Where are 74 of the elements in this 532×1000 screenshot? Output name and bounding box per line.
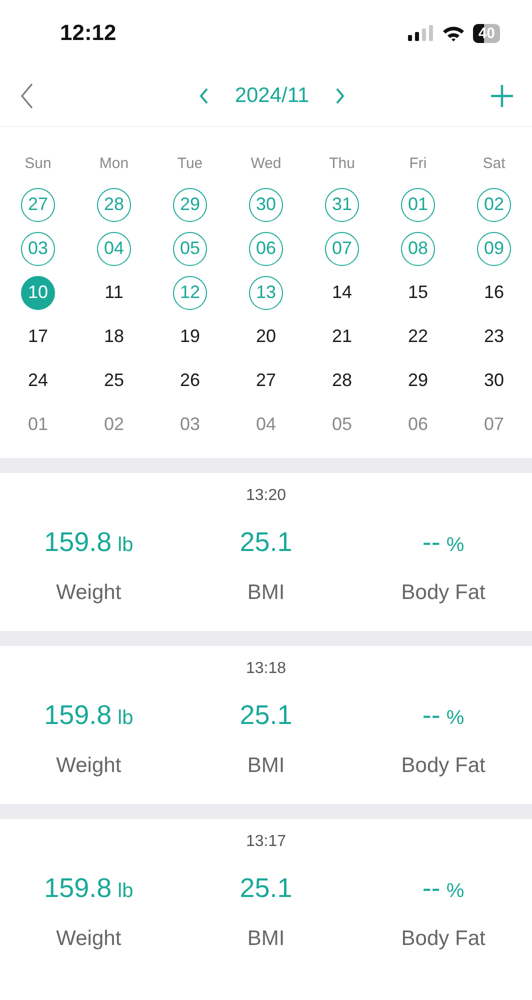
calendar-day[interactable]: 12 [173, 276, 207, 310]
weekday-label: Sat [482, 155, 506, 172]
calendar-day[interactable]: 03 [173, 408, 207, 442]
calendar-day[interactable]: 24 [21, 364, 55, 398]
calendar-day[interactable]: 28 [97, 188, 131, 222]
calendar-day[interactable]: 05 [173, 232, 207, 266]
metric-label: Weight [56, 581, 122, 605]
calendar-day[interactable]: 16 [477, 276, 511, 310]
metric-value: -- % [422, 873, 464, 903]
metric-value: 159.8 lb [44, 873, 134, 903]
metric-value: -- % [422, 527, 464, 557]
weekday-label: Fri [409, 155, 427, 172]
weekday-label: Thu [329, 155, 355, 172]
calendar-day[interactable]: 04 [97, 232, 131, 266]
calendar-day[interactable]: 14 [325, 276, 359, 310]
calendar-day[interactable]: 04 [249, 408, 283, 442]
calendar-day[interactable]: 17 [21, 320, 55, 354]
metric-label: BMI [247, 754, 285, 778]
calendar-day[interactable]: 01 [21, 408, 55, 442]
calendar-day[interactable]: 03 [21, 232, 55, 266]
metric-label: BMI [247, 581, 285, 605]
metric-value: 159.8 lb [44, 700, 134, 730]
calendar-day[interactable]: 02 [97, 408, 131, 442]
weekday-label: Tue [177, 155, 203, 172]
calendar-day[interactable]: 18 [97, 320, 131, 354]
calendar-day[interactable]: 30 [249, 188, 283, 222]
metric-label: Body Fat [401, 754, 486, 778]
month-title: 2024/11 [234, 84, 310, 108]
calendar-day[interactable]: 31 [325, 188, 359, 222]
signal-icon [408, 25, 434, 41]
calendar-day[interactable]: 30 [477, 364, 511, 398]
metric-value: 25.1 [240, 527, 292, 557]
calendar-day[interactable]: 01 [401, 188, 435, 222]
calendar-day[interactable]: 22 [401, 320, 435, 354]
metric-label: Weight [56, 927, 122, 951]
calendar-day[interactable]: 05 [325, 408, 359, 442]
weekday-label: Wed [250, 155, 282, 172]
calendar-day[interactable]: 07 [477, 408, 511, 442]
calendar-day[interactable]: 07 [325, 232, 359, 266]
calendar-day[interactable]: 23 [477, 320, 511, 354]
record-time: 13:20 [246, 487, 286, 505]
calendar-day[interactable]: 27 [21, 188, 55, 222]
record-time: 13:18 [246, 660, 286, 678]
calendar-day[interactable]: 10 [21, 276, 55, 310]
metric-label: Body Fat [401, 581, 486, 605]
metric-value: 159.8 lb [44, 527, 134, 557]
calendar-day[interactable]: 15 [401, 276, 435, 310]
calendar-day[interactable]: 27 [249, 364, 283, 398]
calendar-day[interactable]: 26 [173, 364, 207, 398]
metric-value: 25.1 [240, 873, 292, 903]
metric-label: Weight [56, 754, 122, 778]
calendar-day[interactable]: 29 [173, 188, 207, 222]
calendar-day[interactable]: 02 [477, 188, 511, 222]
status-time: 12:12 [60, 20, 116, 46]
calendar-day[interactable]: 08 [401, 232, 435, 266]
calendar-day[interactable]: 25 [97, 364, 131, 398]
calendar-day[interactable]: 11 [97, 276, 131, 310]
calendar-day[interactable]: 19 [173, 320, 207, 354]
calendar-day[interactable]: 29 [401, 364, 435, 398]
calendar-day[interactable]: 21 [325, 320, 359, 354]
calendar-day[interactable]: 28 [325, 364, 359, 398]
record-time: 13:17 [246, 833, 286, 851]
calendar-day[interactable]: 09 [477, 232, 511, 266]
metric-label: BMI [247, 927, 285, 951]
metric-label: Body Fat [401, 927, 486, 951]
calendar-day[interactable]: 13 [249, 276, 283, 310]
metric-value: -- % [422, 700, 464, 730]
calendar-day[interactable]: 20 [249, 320, 283, 354]
weekday-label: Mon [99, 155, 129, 172]
weekday-label: Sun [24, 155, 52, 172]
calendar-day[interactable]: 06 [401, 408, 435, 442]
metric-value: 25.1 [240, 700, 292, 730]
calendar-day[interactable]: 06 [249, 232, 283, 266]
wifi-icon [442, 24, 466, 42]
